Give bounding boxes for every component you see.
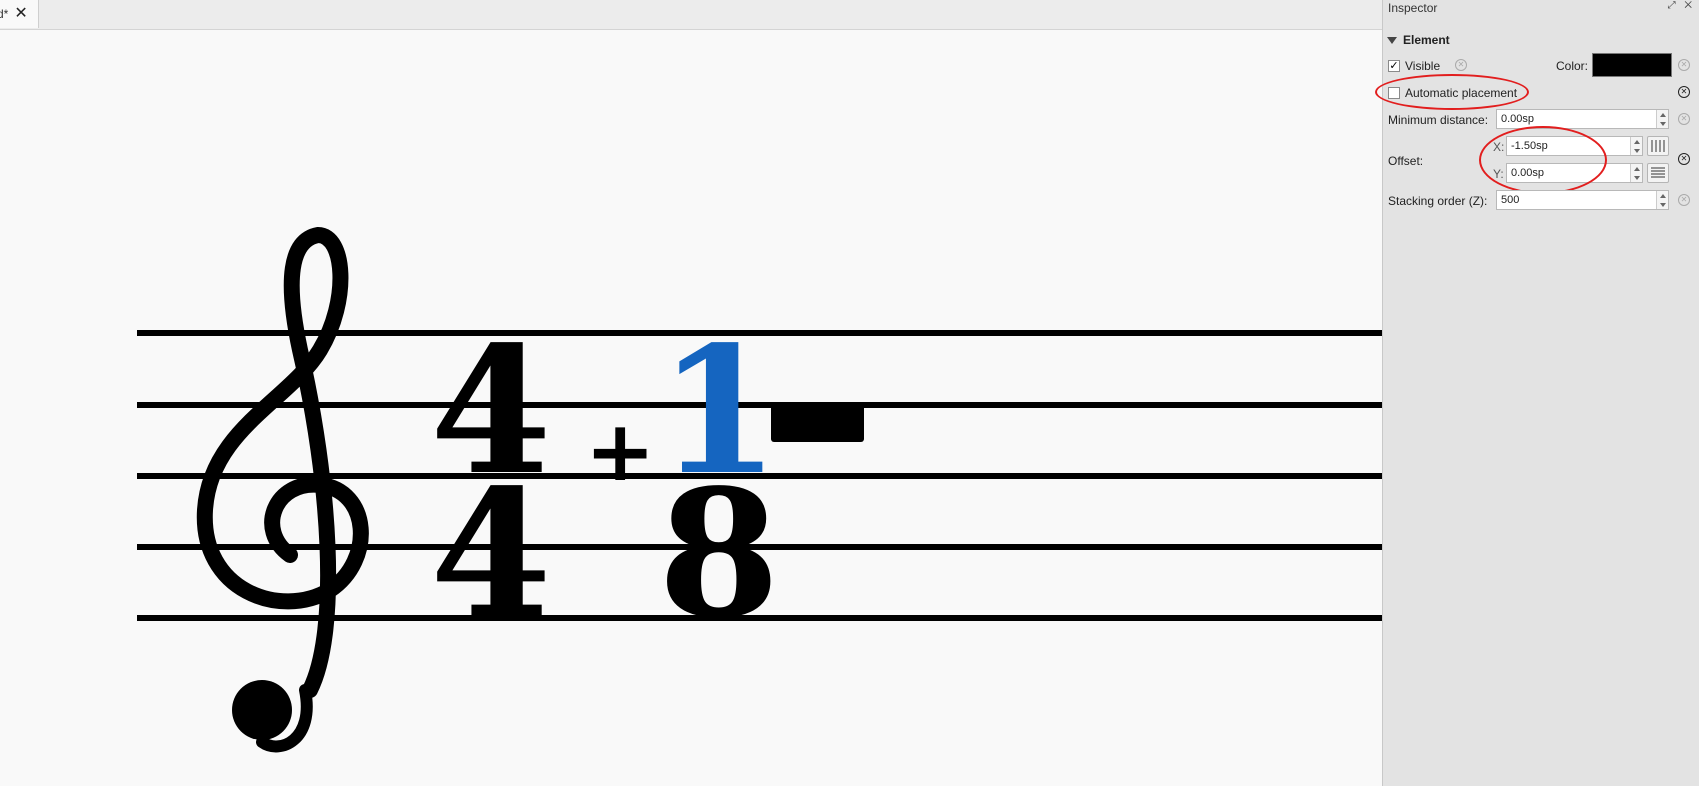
reset-visible-icon[interactable]: ✕ (1455, 59, 1467, 71)
snap-grid-vertical-icon[interactable] (1647, 136, 1669, 156)
element-section-header[interactable]: Element (1387, 33, 1450, 47)
collapse-triangle-icon (1387, 36, 1397, 44)
clef-bottom-dot (232, 680, 292, 740)
score-tab-label: d* (0, 7, 9, 21)
visible-label: Visible (1405, 59, 1441, 73)
min-distance-value: 0.00sp (1501, 113, 1535, 125)
element-section-title: Element (1403, 33, 1450, 47)
min-distance-input[interactable]: 0.00sp (1496, 109, 1669, 129)
reset-automatic-placement-icon[interactable]: ✕ (1678, 86, 1690, 98)
stacking-order-input[interactable]: 500 (1496, 190, 1669, 210)
whole-rest[interactable] (771, 405, 864, 442)
snap-grid-horizontal-icon[interactable] (1647, 163, 1669, 183)
reset-min-distance-icon[interactable]: ✕ (1678, 113, 1690, 125)
time-sig-bottom-right[interactable]: 8 (658, 452, 780, 657)
tab-bar: d* ✕ (0, 0, 1382, 30)
panel-window-buttons[interactable]: ⤢ ✕ (1668, 0, 1695, 11)
reset-offset-icon[interactable]: ✕ (1678, 153, 1690, 165)
spin-arrows-icon[interactable] (1656, 110, 1668, 128)
inspector-title: Inspector (1388, 1, 1438, 15)
reset-color-icon[interactable]: ✕ (1678, 59, 1690, 71)
spin-arrows-icon[interactable] (1630, 137, 1642, 155)
min-distance-label: Minimum distance: (1388, 113, 1489, 127)
visible-checkbox[interactable]: ✓ Visible (1388, 59, 1440, 73)
stacking-order-value: 500 (1501, 194, 1520, 206)
time-sig-bottom-left[interactable]: 4 (430, 452, 552, 657)
time-sig-plus: + (585, 402, 655, 500)
score-staff: 4 4 + 1 8 (137, 226, 1382, 753)
inspector-panel: Inspector ⤢ ✕ Element ✓ Visible ✕ Color:… (1375, 0, 1699, 786)
spin-arrows-icon[interactable] (1630, 164, 1642, 182)
annotation-circle (1375, 74, 1529, 110)
reset-stacking-order-icon[interactable]: ✕ (1678, 194, 1690, 206)
score-tab[interactable]: d* ✕ (0, 0, 39, 28)
close-icon[interactable]: ✕ (14, 6, 27, 22)
annotation-circle (1479, 126, 1607, 194)
color-label: Color: (1556, 59, 1589, 73)
spin-arrows-icon[interactable] (1656, 191, 1668, 209)
checkbox-checked-icon: ✓ (1388, 60, 1400, 72)
stacking-order-label: Stacking order (Z): (1388, 194, 1488, 208)
score-canvas[interactable]: d* ✕ 4 4 + 1 8 (0, 0, 1382, 786)
color-swatch[interactable] (1592, 53, 1672, 77)
treble-clef-icon[interactable] (196, 226, 369, 753)
offset-label: Offset: (1388, 154, 1424, 168)
